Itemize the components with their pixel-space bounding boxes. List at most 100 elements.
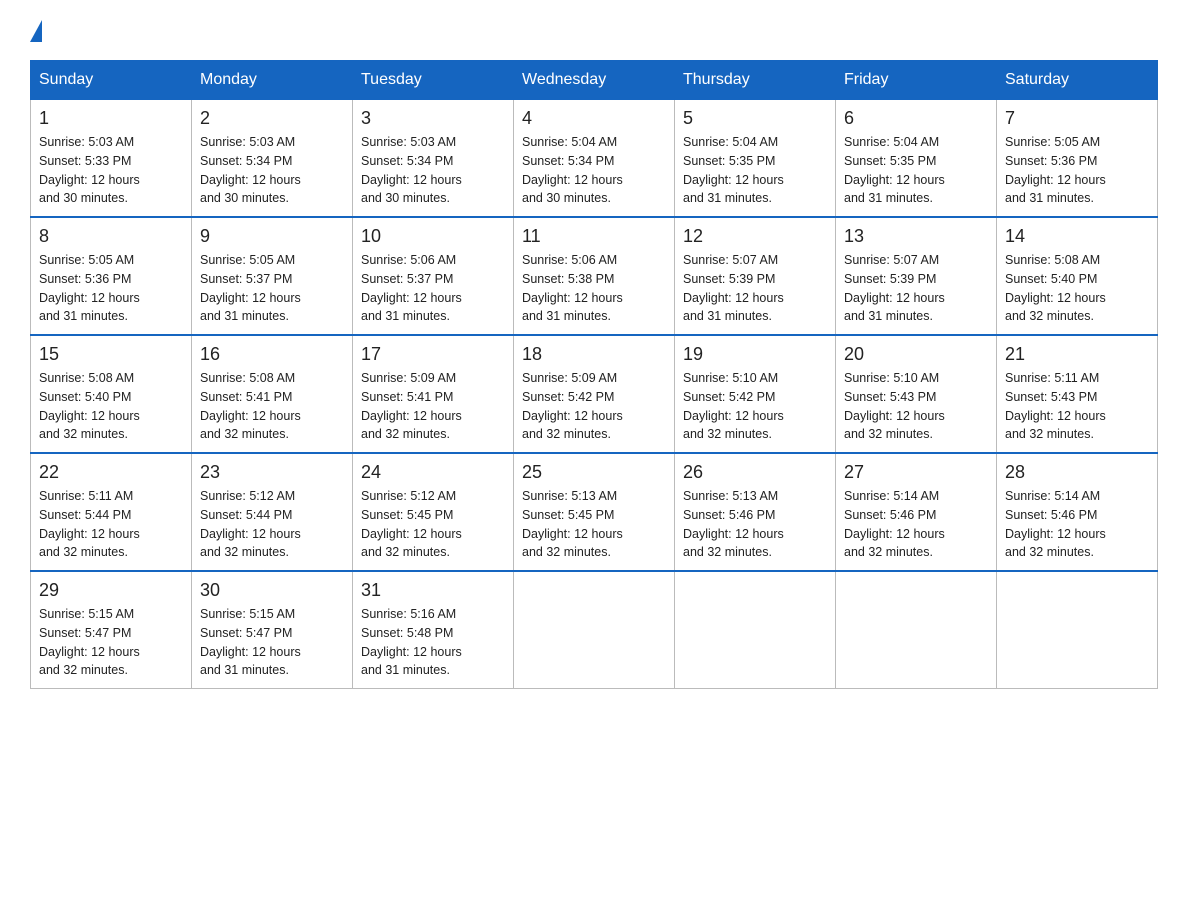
day-info: Sunrise: 5:08 AMSunset: 5:40 PMDaylight:… <box>39 369 183 444</box>
day-number: 31 <box>361 580 505 601</box>
calendar-cell <box>675 571 836 689</box>
day-info: Sunrise: 5:13 AMSunset: 5:45 PMDaylight:… <box>522 487 666 562</box>
day-number: 10 <box>361 226 505 247</box>
day-info: Sunrise: 5:08 AMSunset: 5:41 PMDaylight:… <box>200 369 344 444</box>
calendar-cell <box>997 571 1158 689</box>
calendar-cell: 26 Sunrise: 5:13 AMSunset: 5:46 PMDayligh… <box>675 453 836 571</box>
day-info: Sunrise: 5:08 AMSunset: 5:40 PMDaylight:… <box>1005 251 1149 326</box>
day-number: 2 <box>200 108 344 129</box>
day-info: Sunrise: 5:07 AMSunset: 5:39 PMDaylight:… <box>844 251 988 326</box>
day-number: 18 <box>522 344 666 365</box>
logo <box>30 20 42 40</box>
calendar-cell: 30 Sunrise: 5:15 AMSunset: 5:47 PMDayligh… <box>192 571 353 689</box>
day-info: Sunrise: 5:12 AMSunset: 5:45 PMDaylight:… <box>361 487 505 562</box>
day-number: 19 <box>683 344 827 365</box>
day-number: 17 <box>361 344 505 365</box>
day-info: Sunrise: 5:05 AMSunset: 5:36 PMDaylight:… <box>1005 133 1149 208</box>
calendar-cell: 13 Sunrise: 5:07 AMSunset: 5:39 PMDayligh… <box>836 217 997 335</box>
day-number: 3 <box>361 108 505 129</box>
calendar-header: SundayMondayTuesdayWednesdayThursdayFrid… <box>31 61 1158 100</box>
calendar-cell: 15 Sunrise: 5:08 AMSunset: 5:40 PMDayligh… <box>31 335 192 453</box>
day-number: 30 <box>200 580 344 601</box>
column-header-friday: Friday <box>836 61 997 100</box>
column-header-wednesday: Wednesday <box>514 61 675 100</box>
calendar-cell: 4Sunrise: 5:04 AMSunset: 5:34 PMDaylight… <box>514 100 675 218</box>
calendar-cell: 7 Sunrise: 5:05 AMSunset: 5:36 PMDaylight… <box>997 100 1158 218</box>
day-info: Sunrise: 5:10 AMSunset: 5:42 PMDaylight:… <box>683 369 827 444</box>
calendar-cell: 23Sunrise: 5:12 AMSunset: 5:44 PMDayligh… <box>192 453 353 571</box>
calendar-cell: 29 Sunrise: 5:15 AMSunset: 5:47 PMDayligh… <box>31 571 192 689</box>
calendar-cell: 24Sunrise: 5:12 AMSunset: 5:45 PMDayligh… <box>353 453 514 571</box>
day-number: 13 <box>844 226 988 247</box>
calendar-cell: 20Sunrise: 5:10 AMSunset: 5:43 PMDayligh… <box>836 335 997 453</box>
day-info: Sunrise: 5:15 AMSunset: 5:47 PMDaylight:… <box>200 605 344 680</box>
day-number: 4 <box>522 108 666 129</box>
day-number: 20 <box>844 344 988 365</box>
day-number: 8 <box>39 226 183 247</box>
page-header <box>30 20 1158 40</box>
calendar-cell: 5Sunrise: 5:04 AMSunset: 5:35 PMDaylight… <box>675 100 836 218</box>
calendar-cell: 22Sunrise: 5:11 AMSunset: 5:44 PMDayligh… <box>31 453 192 571</box>
day-number: 14 <box>1005 226 1149 247</box>
logo-triangle-icon <box>30 20 42 42</box>
column-header-sunday: Sunday <box>31 61 192 100</box>
calendar-cell: 1 Sunrise: 5:03 AMSunset: 5:33 PMDaylight… <box>31 100 192 218</box>
calendar-cell: 28 Sunrise: 5:14 AMSunset: 5:46 PMDayligh… <box>997 453 1158 571</box>
calendar-body: 1 Sunrise: 5:03 AMSunset: 5:33 PMDaylight… <box>31 100 1158 689</box>
calendar-cell: 2 Sunrise: 5:03 AMSunset: 5:34 PMDaylight… <box>192 100 353 218</box>
day-number: 1 <box>39 108 183 129</box>
calendar-week-4: 22Sunrise: 5:11 AMSunset: 5:44 PMDayligh… <box>31 453 1158 571</box>
calendar-week-2: 8 Sunrise: 5:05 AMSunset: 5:36 PMDaylight… <box>31 217 1158 335</box>
day-number: 5 <box>683 108 827 129</box>
calendar-week-1: 1 Sunrise: 5:03 AMSunset: 5:33 PMDaylight… <box>31 100 1158 218</box>
day-info: Sunrise: 5:16 AMSunset: 5:48 PMDaylight:… <box>361 605 505 680</box>
day-info: Sunrise: 5:11 AMSunset: 5:44 PMDaylight:… <box>39 487 183 562</box>
day-number: 21 <box>1005 344 1149 365</box>
day-number: 16 <box>200 344 344 365</box>
day-info: Sunrise: 5:14 AMSunset: 5:46 PMDaylight:… <box>844 487 988 562</box>
day-info: Sunrise: 5:06 AMSunset: 5:38 PMDaylight:… <box>522 251 666 326</box>
calendar-cell: 14 Sunrise: 5:08 AMSunset: 5:40 PMDayligh… <box>997 217 1158 335</box>
day-info: Sunrise: 5:03 AMSunset: 5:33 PMDaylight:… <box>39 133 183 208</box>
calendar-cell: 16 Sunrise: 5:08 AMSunset: 5:41 PMDayligh… <box>192 335 353 453</box>
column-header-tuesday: Tuesday <box>353 61 514 100</box>
day-info: Sunrise: 5:03 AMSunset: 5:34 PMDaylight:… <box>361 133 505 208</box>
day-info: Sunrise: 5:11 AMSunset: 5:43 PMDaylight:… <box>1005 369 1149 444</box>
calendar-cell <box>514 571 675 689</box>
day-number: 26 <box>683 462 827 483</box>
calendar-cell: 21 Sunrise: 5:11 AMSunset: 5:43 PMDayligh… <box>997 335 1158 453</box>
day-info: Sunrise: 5:13 AMSunset: 5:46 PMDaylight:… <box>683 487 827 562</box>
calendar-cell: 17 Sunrise: 5:09 AMSunset: 5:41 PMDayligh… <box>353 335 514 453</box>
calendar-cell: 11 Sunrise: 5:06 AMSunset: 5:38 PMDayligh… <box>514 217 675 335</box>
day-number: 12 <box>683 226 827 247</box>
day-number: 23 <box>200 462 344 483</box>
day-info: Sunrise: 5:06 AMSunset: 5:37 PMDaylight:… <box>361 251 505 326</box>
day-number: 29 <box>39 580 183 601</box>
day-number: 7 <box>1005 108 1149 129</box>
day-number: 11 <box>522 226 666 247</box>
day-number: 6 <box>844 108 988 129</box>
day-number: 9 <box>200 226 344 247</box>
calendar-cell: 12Sunrise: 5:07 AMSunset: 5:39 PMDayligh… <box>675 217 836 335</box>
day-number: 28 <box>1005 462 1149 483</box>
day-info: Sunrise: 5:05 AMSunset: 5:37 PMDaylight:… <box>200 251 344 326</box>
calendar-cell: 19 Sunrise: 5:10 AMSunset: 5:42 PMDayligh… <box>675 335 836 453</box>
day-info: Sunrise: 5:03 AMSunset: 5:34 PMDaylight:… <box>200 133 344 208</box>
calendar-cell: 3 Sunrise: 5:03 AMSunset: 5:34 PMDaylight… <box>353 100 514 218</box>
calendar-cell: 8 Sunrise: 5:05 AMSunset: 5:36 PMDaylight… <box>31 217 192 335</box>
calendar-cell: 18Sunrise: 5:09 AMSunset: 5:42 PMDayligh… <box>514 335 675 453</box>
day-info: Sunrise: 5:09 AMSunset: 5:41 PMDaylight:… <box>361 369 505 444</box>
calendar-week-3: 15 Sunrise: 5:08 AMSunset: 5:40 PMDayligh… <box>31 335 1158 453</box>
day-info: Sunrise: 5:05 AMSunset: 5:36 PMDaylight:… <box>39 251 183 326</box>
header-row: SundayMondayTuesdayWednesdayThursdayFrid… <box>31 61 1158 100</box>
column-header-thursday: Thursday <box>675 61 836 100</box>
calendar-week-5: 29 Sunrise: 5:15 AMSunset: 5:47 PMDayligh… <box>31 571 1158 689</box>
column-header-monday: Monday <box>192 61 353 100</box>
calendar-cell: 31 Sunrise: 5:16 AMSunset: 5:48 PMDayligh… <box>353 571 514 689</box>
day-info: Sunrise: 5:15 AMSunset: 5:47 PMDaylight:… <box>39 605 183 680</box>
logo-text <box>30 20 42 44</box>
day-info: Sunrise: 5:04 AMSunset: 5:35 PMDaylight:… <box>844 133 988 208</box>
day-number: 15 <box>39 344 183 365</box>
day-info: Sunrise: 5:14 AMSunset: 5:46 PMDaylight:… <box>1005 487 1149 562</box>
calendar-cell: 6 Sunrise: 5:04 AMSunset: 5:35 PMDaylight… <box>836 100 997 218</box>
